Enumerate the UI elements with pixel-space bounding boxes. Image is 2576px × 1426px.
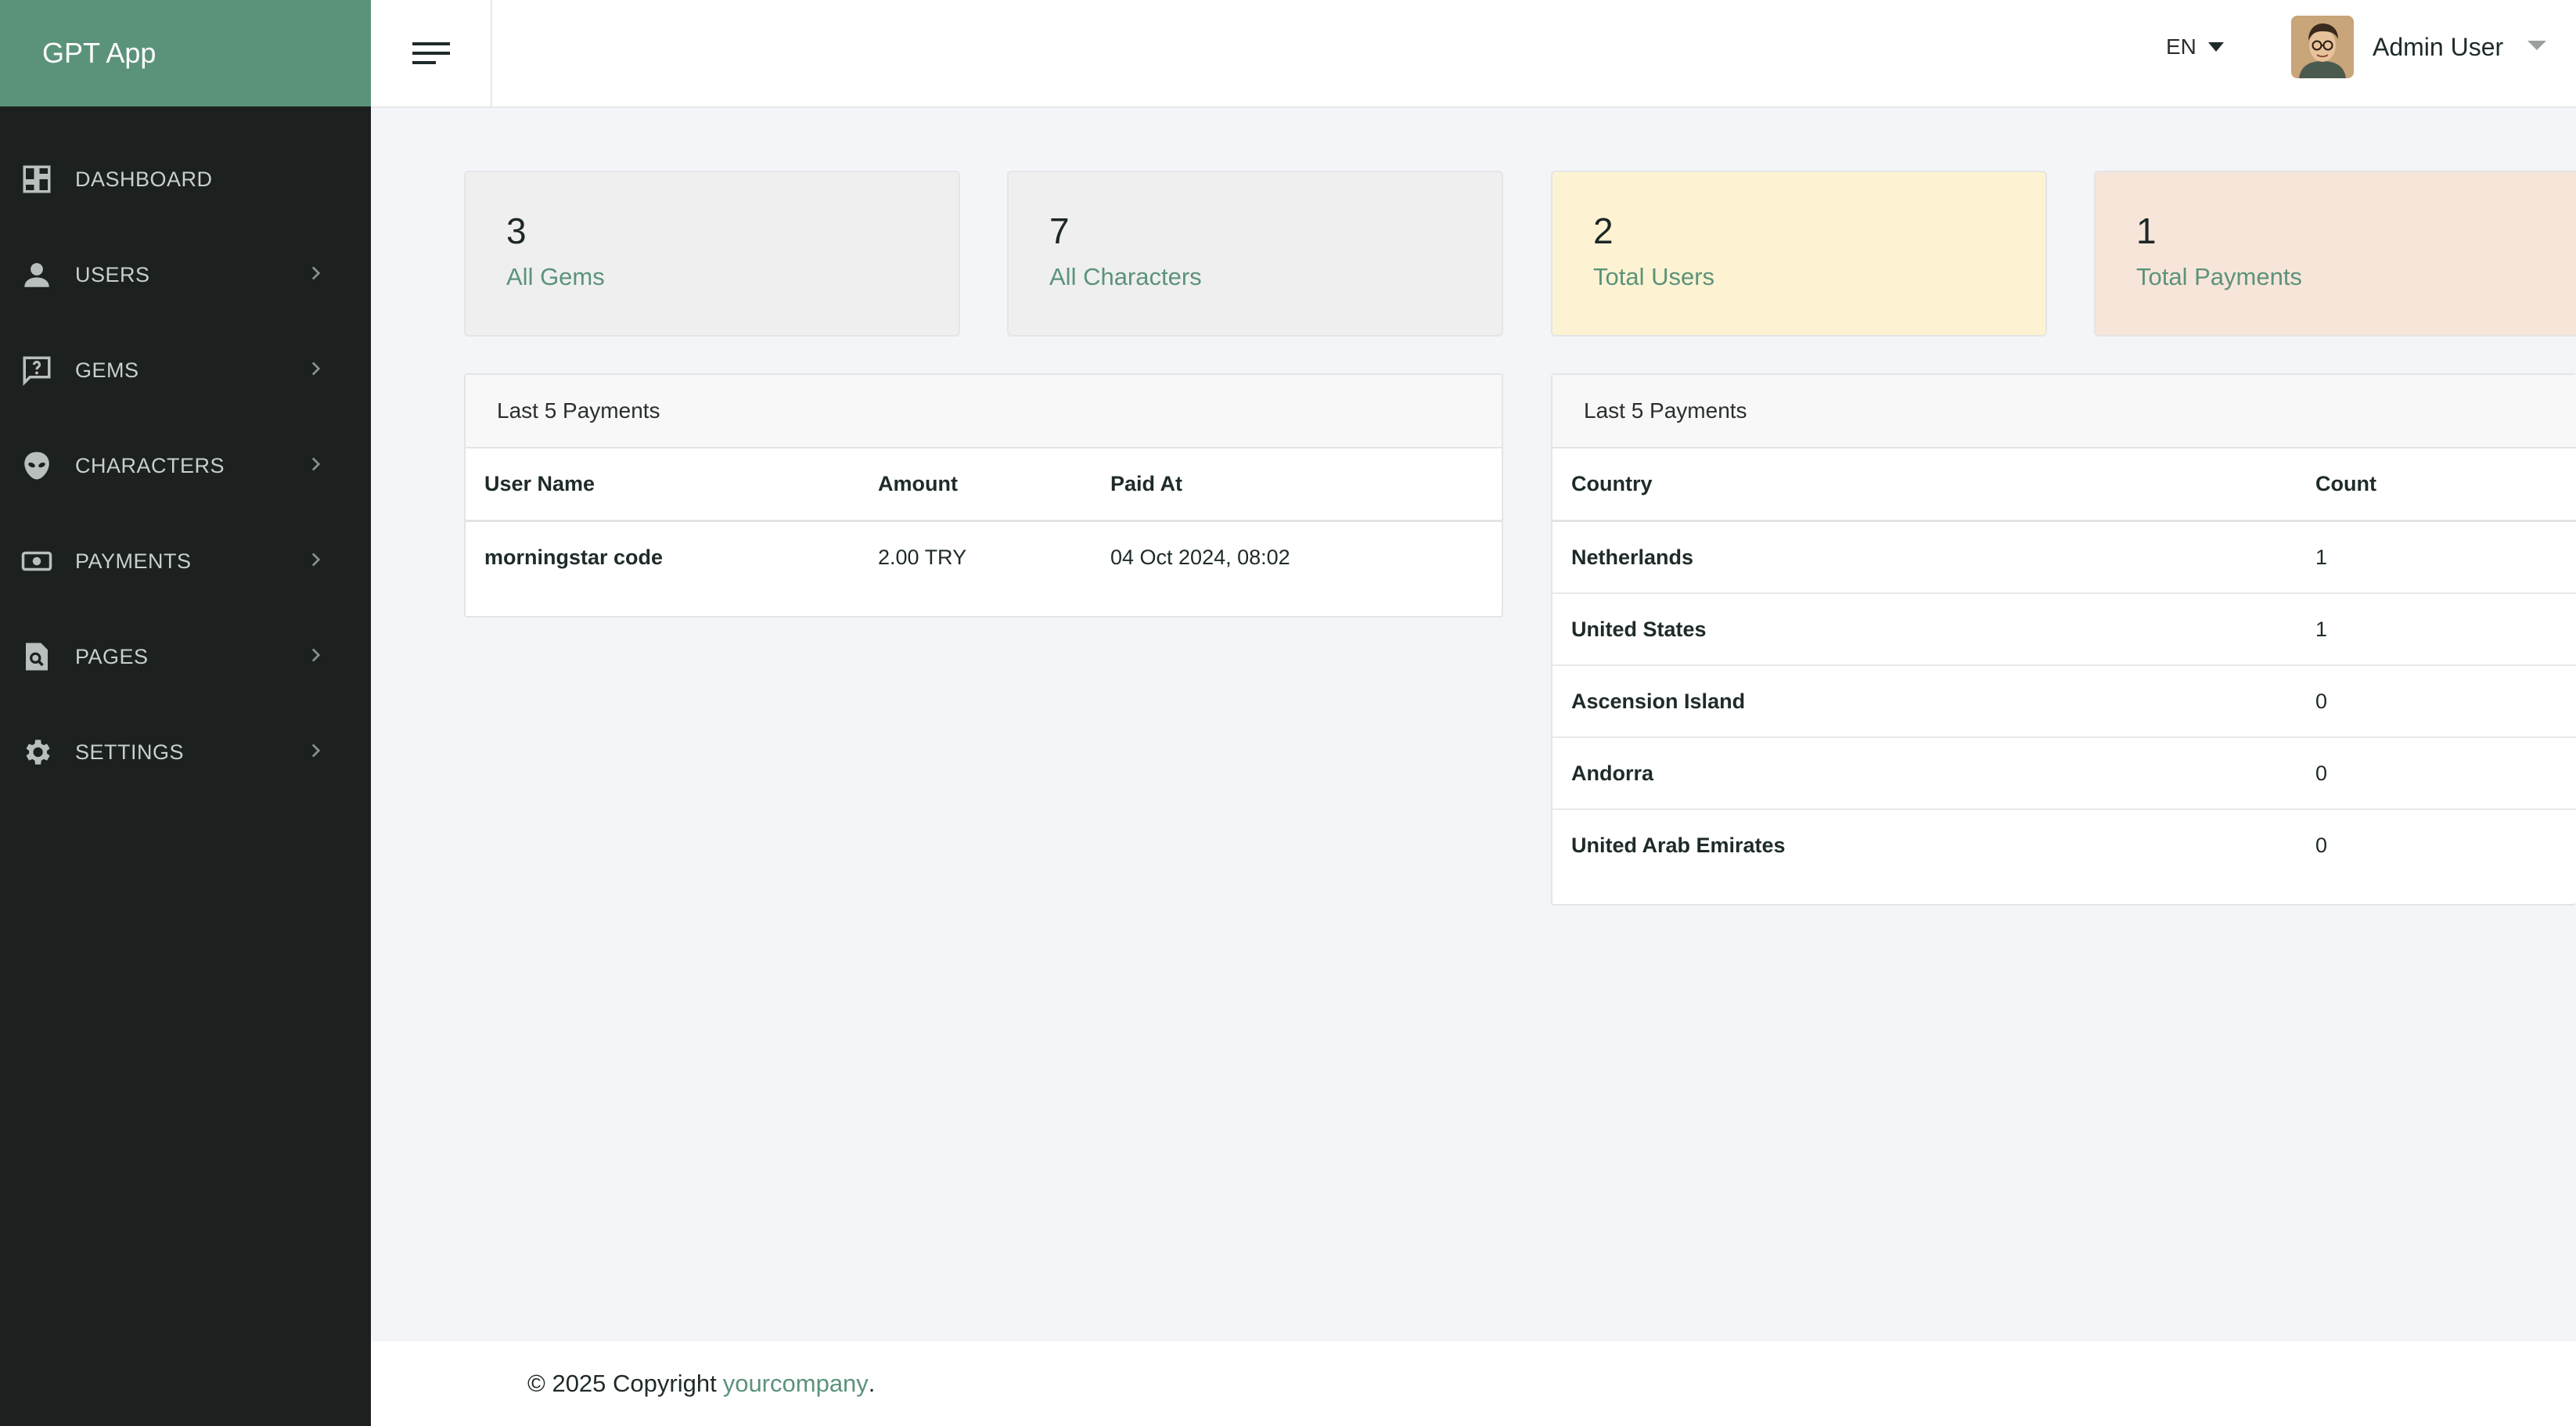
menu-toggle-button[interactable]: [371, 0, 492, 106]
sidebar-item-characters[interactable]: CHARACTERS: [0, 418, 371, 513]
table-cell: 0: [2315, 689, 2328, 713]
panel-title: Last 5 Payments: [466, 375, 1502, 448]
table-header-row: Country Count: [1552, 448, 2576, 522]
stat-label: All Gems: [506, 263, 605, 290]
stat-value: 1: [2136, 211, 2157, 251]
table-row[interactable]: United States 1: [1552, 594, 2576, 666]
top-header: EN Admin User: [371, 0, 2576, 108]
company-link[interactable]: yourcompany: [723, 1370, 869, 1398]
stat-card-characters[interactable]: 7 All Characters: [1007, 171, 1503, 337]
sidebar-item-dashboard[interactable]: DASHBOARD: [0, 131, 371, 227]
table-cell: Ascension Island: [1571, 689, 1746, 713]
app-title: GPT App: [42, 37, 157, 69]
column-header: Country: [1571, 472, 1653, 495]
sidebar-item-settings[interactable]: SETTINGS: [0, 704, 371, 800]
table-cell: 0: [2315, 834, 2328, 857]
table-cell: Andorra: [1571, 761, 1654, 785]
caret-down-icon: [2207, 42, 2224, 52]
money-icon: [20, 545, 53, 578]
language-label: EN: [2166, 34, 2196, 59]
chevron-right-icon: [305, 358, 326, 383]
sidebar-item-label: SETTINGS: [75, 740, 185, 764]
sidebar-item-label: USERS: [75, 262, 150, 286]
table-cell: United Arab Emirates: [1571, 834, 1786, 857]
panel-title: Last 5 Payments: [1552, 375, 2576, 448]
table-row[interactable]: Ascension Island 0: [1552, 666, 2576, 738]
table-row[interactable]: Andorra 0: [1552, 738, 2576, 810]
column-header: Paid At: [1110, 472, 1183, 495]
table-cell: 1: [2315, 545, 2328, 569]
payments-table-panel: Last 5 Payments User Name Amount Paid At…: [464, 373, 1503, 618]
person-icon: [20, 258, 53, 291]
chevron-right-icon: [305, 263, 326, 287]
sidebar-item-users[interactable]: USERS: [0, 227, 371, 322]
alien-face-icon: [20, 449, 53, 482]
sidebar-item-label: CHARACTERS: [75, 453, 225, 477]
table-row[interactable]: morningstar code 2.00 TRY 04 Oct 2024, 0…: [466, 522, 1502, 616]
table-cell: 1: [2315, 617, 2328, 641]
table-row[interactable]: Netherlands 1: [1552, 522, 2576, 594]
sidebar-item-pages[interactable]: PAGES: [0, 609, 371, 704]
chevron-right-icon: [305, 549, 326, 574]
sidebar-item-label: DASHBOARD: [75, 167, 213, 191]
column-header: Amount: [878, 472, 958, 495]
sidebar: GPT App DASHBOARD USERS GEMS CHARACTERS …: [0, 0, 371, 1426]
table-cell: 0: [2315, 761, 2328, 785]
user-menu[interactable]: Admin User: [2291, 0, 2547, 94]
avatar: [2291, 16, 2354, 78]
table-row[interactable]: United Arab Emirates 0: [1552, 810, 2576, 904]
stat-value: 7: [1049, 211, 1070, 251]
user-name: Admin User: [2373, 32, 2504, 61]
stat-card-gems[interactable]: 3 All Gems: [464, 171, 960, 337]
stat-card-users[interactable]: 2 Total Users: [1551, 171, 2047, 337]
column-header: Count: [2315, 472, 2376, 495]
footer: © 2025 Copyright yourcompany.: [371, 1341, 2576, 1426]
table-cell: 04 Oct 2024, 08:02: [1110, 546, 1290, 569]
dashboard-icon: [20, 163, 53, 196]
language-selector[interactable]: EN: [2166, 0, 2225, 94]
country-table-panel: Last 5 Payments Country Count Netherland…: [1551, 373, 2576, 906]
stat-label: All Characters: [1049, 263, 1202, 290]
stat-value: 2: [1593, 211, 1614, 251]
table-cell: United States: [1571, 617, 1707, 641]
copyright-text: © 2025 Copyright: [527, 1370, 717, 1397]
chevron-right-icon: [305, 645, 326, 669]
sidebar-item-label: PAGES: [75, 644, 149, 668]
sidebar-item-label: PAYMENTS: [75, 549, 192, 573]
menu-icon: [412, 42, 450, 64]
column-header: User Name: [484, 472, 595, 495]
table-header-row: User Name Amount Paid At: [466, 448, 1502, 522]
sidebar-nav: DASHBOARD USERS GEMS CHARACTERS PAYMENTS…: [0, 106, 371, 800]
brand-bar[interactable]: GPT App: [0, 0, 371, 106]
stat-card-payments[interactable]: 1 Total Payments: [2094, 171, 2576, 337]
sidebar-item-payments[interactable]: PAYMENTS: [0, 513, 371, 609]
caret-down-icon: [2503, 39, 2547, 56]
table-cell: 2.00 TRY: [878, 546, 967, 569]
chevron-right-icon: [305, 454, 326, 478]
stat-label: Total Payments: [2136, 263, 2302, 290]
footer-suffix: .: [868, 1370, 876, 1397]
page-search-icon: [20, 640, 53, 673]
gear-icon: [20, 736, 53, 769]
sidebar-item-gems[interactable]: GEMS: [0, 322, 371, 418]
help-chat-icon: [20, 354, 53, 387]
stat-label: Total Users: [1593, 263, 1715, 290]
chevron-right-icon: [305, 740, 326, 765]
table-cell: Netherlands: [1571, 545, 1694, 569]
table-cell: morningstar code: [484, 546, 664, 569]
sidebar-item-label: GEMS: [75, 358, 139, 382]
stat-value: 3: [506, 211, 527, 251]
